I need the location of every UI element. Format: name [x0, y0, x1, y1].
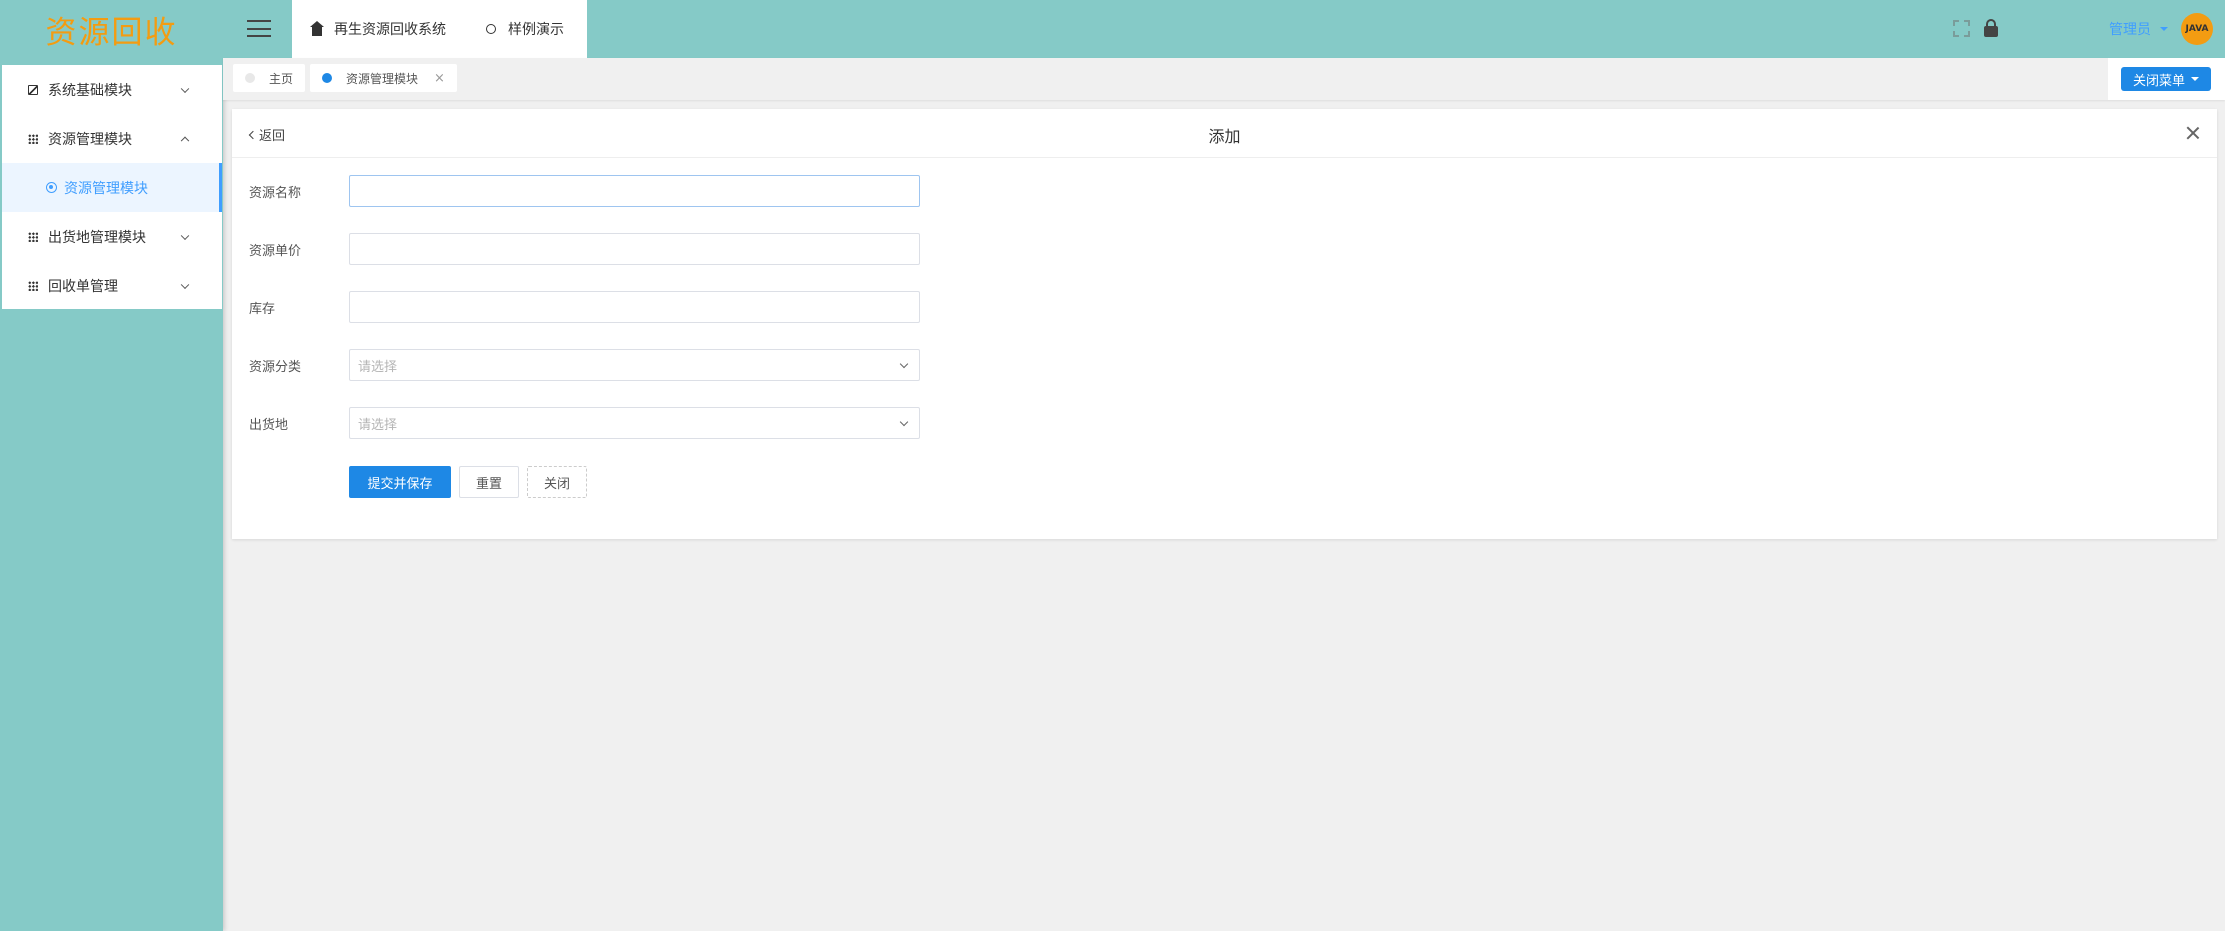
- sidebar-item-label: 系统基础模块: [48, 82, 132, 99]
- card-header: 返回 添加: [232, 109, 2217, 158]
- field-label: 出货地: [249, 417, 289, 433]
- close-menu-button[interactable]: 关闭菜单: [2121, 67, 2211, 91]
- form-row-resource-price: 资源单价: [249, 233, 920, 265]
- sidebar-item-shipping-origin[interactable]: 出货地管理模块: [2, 212, 222, 261]
- tag-home[interactable]: 主页: [233, 64, 306, 92]
- submit-save-button[interactable]: 提交并保存: [349, 466, 451, 498]
- avatar-text: JAVA: [2185, 24, 2209, 34]
- sidebar-item-system-base[interactable]: 系统基础模块: [2, 65, 222, 114]
- field-label: 库存: [249, 301, 276, 317]
- select-placeholder: 请选择: [358, 359, 398, 375]
- form-row-shipping-origin: 出货地 请选择: [249, 407, 920, 439]
- tag-label: 主页: [269, 71, 294, 86]
- top-tab-demo[interactable]: 样例演示: [466, 0, 584, 58]
- form-row-resource-name: 资源名称: [249, 175, 920, 207]
- home-icon: [310, 20, 324, 36]
- top-tab-label: 再生资源回收系统: [334, 22, 446, 38]
- bulb-icon: [486, 24, 496, 34]
- chevron-down-icon: [899, 417, 909, 427]
- sidebar-item-recycle-orders[interactable]: 回收单管理: [2, 261, 222, 310]
- grid-icon: [28, 280, 38, 291]
- close-button[interactable]: 关闭: [527, 466, 587, 498]
- form-buttons: 提交并保存 重置 关闭: [349, 466, 587, 498]
- add-form-card: 返回 添加 资源名称 资源单价 库存 资源分类 请选择 出货地 请选择 提交并保…: [232, 109, 2217, 539]
- field-label: 资源名称: [249, 185, 302, 201]
- sidebar-subitem-resource-management[interactable]: 资源管理模块: [2, 163, 222, 212]
- page-title: 添加: [1208, 127, 1241, 146]
- select-placeholder: 请选择: [358, 417, 398, 433]
- field-label: 资源分类: [249, 359, 302, 375]
- close-icon[interactable]: [2185, 125, 2201, 141]
- chevron-down-icon: [899, 359, 909, 369]
- avatar[interactable]: JAVA: [2181, 13, 2213, 45]
- form-row-stock: 库存: [249, 291, 920, 323]
- chart-icon: [28, 84, 38, 95]
- app-logo: 资源回收: [45, 14, 178, 51]
- field-label: 资源单价: [249, 243, 302, 259]
- hamburger-menu-icon[interactable]: [247, 20, 271, 37]
- tag-dot-icon: [245, 73, 255, 83]
- sidebar: 资源回收 系统基础模块 资源管理模块 资源管理模块 出货地管理模块 回收单管理: [0, 0, 223, 931]
- close-icon[interactable]: ×: [434, 71, 445, 86]
- chevron-down-icon: [180, 280, 190, 289]
- sidebar-item-label: 资源管理模块: [48, 131, 132, 148]
- top-tab-recycle-system[interactable]: 再生资源回收系统: [292, 0, 466, 58]
- caret-down-icon: [2191, 77, 2199, 81]
- tag-resource-management[interactable]: 资源管理模块 ×: [310, 64, 457, 92]
- stock-input[interactable]: [349, 291, 920, 323]
- grid-icon: [28, 133, 38, 144]
- resource-name-input[interactable]: [349, 175, 920, 207]
- tag-label: 资源管理模块: [346, 71, 419, 86]
- top-nav-tabs: 再生资源回收系统 样例演示: [292, 0, 587, 58]
- top-tab-label: 样例演示: [508, 22, 564, 38]
- chevron-down-icon: [180, 84, 190, 93]
- close-menu-area: 关闭菜单: [2108, 58, 2225, 100]
- sidebar-item-label: 回收单管理: [48, 278, 118, 295]
- shipping-origin-select[interactable]: 请选择: [349, 407, 920, 439]
- resource-category-select[interactable]: 请选择: [349, 349, 920, 381]
- chevron-up-icon: [180, 136, 190, 145]
- user-menu[interactable]: 管理员: [2109, 19, 2151, 39]
- tag-dot-icon: [322, 73, 332, 83]
- close-menu-label: 关闭菜单: [2132, 73, 2185, 89]
- sidebar-item-label: 出货地管理模块: [48, 229, 146, 246]
- tag-bar: 主页 资源管理模块 × 关闭菜单: [223, 58, 2225, 100]
- grid-icon: [28, 231, 38, 242]
- lock-icon[interactable]: [1984, 19, 1998, 37]
- caret-down-icon[interactable]: [2160, 27, 2168, 31]
- top-bar: 再生资源回收系统 样例演示 管理员 JAVA: [223, 0, 2225, 58]
- ring-icon: [46, 182, 57, 193]
- sidebar-item-resource-management[interactable]: 资源管理模块: [2, 114, 222, 163]
- sidebar-item-label: 资源管理模块: [64, 180, 148, 197]
- chevron-down-icon: [180, 231, 190, 240]
- fullscreen-icon[interactable]: [1953, 20, 1970, 37]
- resource-price-input[interactable]: [349, 233, 920, 265]
- reset-button[interactable]: 重置: [459, 466, 519, 498]
- form-row-resource-category: 资源分类 请选择: [249, 349, 920, 381]
- sidebar-menu: 系统基础模块 资源管理模块 资源管理模块 出货地管理模块 回收单管理: [2, 65, 222, 309]
